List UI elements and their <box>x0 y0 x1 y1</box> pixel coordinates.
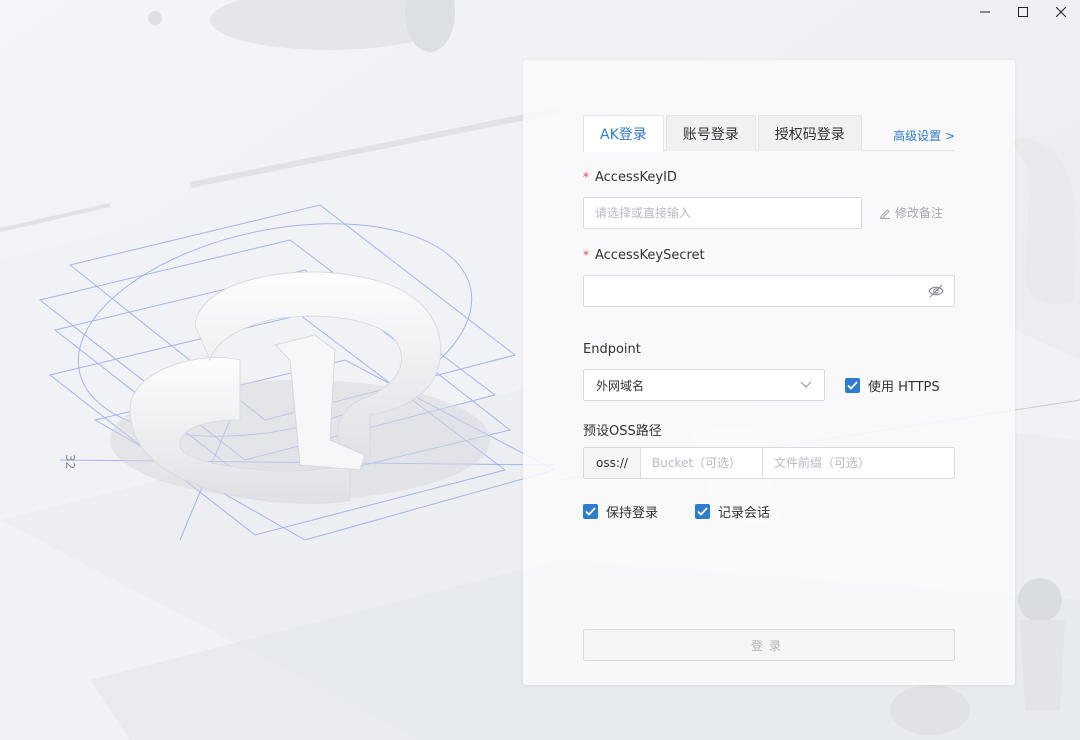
access-key-secret-label-text: AccessKeySecret <box>595 248 705 263</box>
dimension-label: 32 <box>63 454 77 469</box>
chevron-down-icon <box>800 381 812 388</box>
use-https-checkbox[interactable]: 使用 HTTPS <box>845 376 940 395</box>
login-panel: AK登录 账号登录 授权码登录 高级设置 > * AccessKeyID 修改备注… <box>523 60 1015 685</box>
tab-account-login[interactable]: 账号登录 <box>665 115 756 151</box>
keep-login-checkbox[interactable]: 保持登录 <box>583 502 658 521</box>
close-button[interactable] <box>1042 0 1080 24</box>
edit-note-button[interactable]: 修改备注 <box>879 204 943 221</box>
minimize-icon <box>980 11 990 13</box>
window-controls <box>966 0 1080 24</box>
record-session-checkbox[interactable]: 记录会话 <box>695 502 770 521</box>
close-icon <box>1056 7 1066 17</box>
access-key-secret-label: * AccessKeySecret <box>583 248 705 263</box>
access-key-id-field-wrap <box>583 197 862 229</box>
access-key-id-input[interactable] <box>584 198 861 228</box>
checkbox-checked-icon <box>583 504 598 519</box>
eye-slash-icon[interactable] <box>928 284 944 301</box>
endpoint-select[interactable]: 外网域名 <box>583 369 825 401</box>
path-prefix-input[interactable] <box>763 448 954 478</box>
pencil-icon <box>880 208 890 219</box>
keep-login-label: 保持登录 <box>606 506 659 521</box>
required-mark: * <box>583 170 589 184</box>
oss-path-group: oss:// <box>583 447 955 479</box>
endpoint-selected-value: 外网域名 <box>596 378 645 393</box>
access-key-secret-input[interactable] <box>584 276 954 306</box>
minimize-button[interactable] <box>966 0 1004 24</box>
tab-ak-login[interactable]: AK登录 <box>583 115 664 152</box>
maximize-button[interactable] <box>1004 0 1042 24</box>
access-key-secret-field-wrap <box>583 275 955 307</box>
path-prefix-field-wrap <box>763 448 954 478</box>
login-button[interactable]: 登录 <box>583 629 955 661</box>
required-mark: * <box>583 248 589 262</box>
oss-prefix: oss:// <box>584 448 641 478</box>
advanced-settings-link[interactable]: 高级设置 > <box>893 127 955 144</box>
tab-auth-code-login[interactable]: 授权码登录 <box>757 115 862 151</box>
checkbox-checked-icon <box>695 504 710 519</box>
checkbox-checked-icon <box>845 378 860 393</box>
bucket-input[interactable] <box>641 448 762 478</box>
oss-path-label: 预设OSS路径 <box>583 424 662 439</box>
record-session-label: 记录会话 <box>718 506 771 521</box>
use-https-label: 使用 HTTPS <box>868 380 940 395</box>
maximize-icon <box>1018 7 1028 17</box>
edit-note-label: 修改备注 <box>895 206 944 220</box>
bucket-field-wrap <box>641 448 763 478</box>
endpoint-label: Endpoint <box>583 342 641 357</box>
access-key-id-label: * AccessKeyID <box>583 170 677 185</box>
access-key-id-label-text: AccessKeyID <box>595 170 677 185</box>
